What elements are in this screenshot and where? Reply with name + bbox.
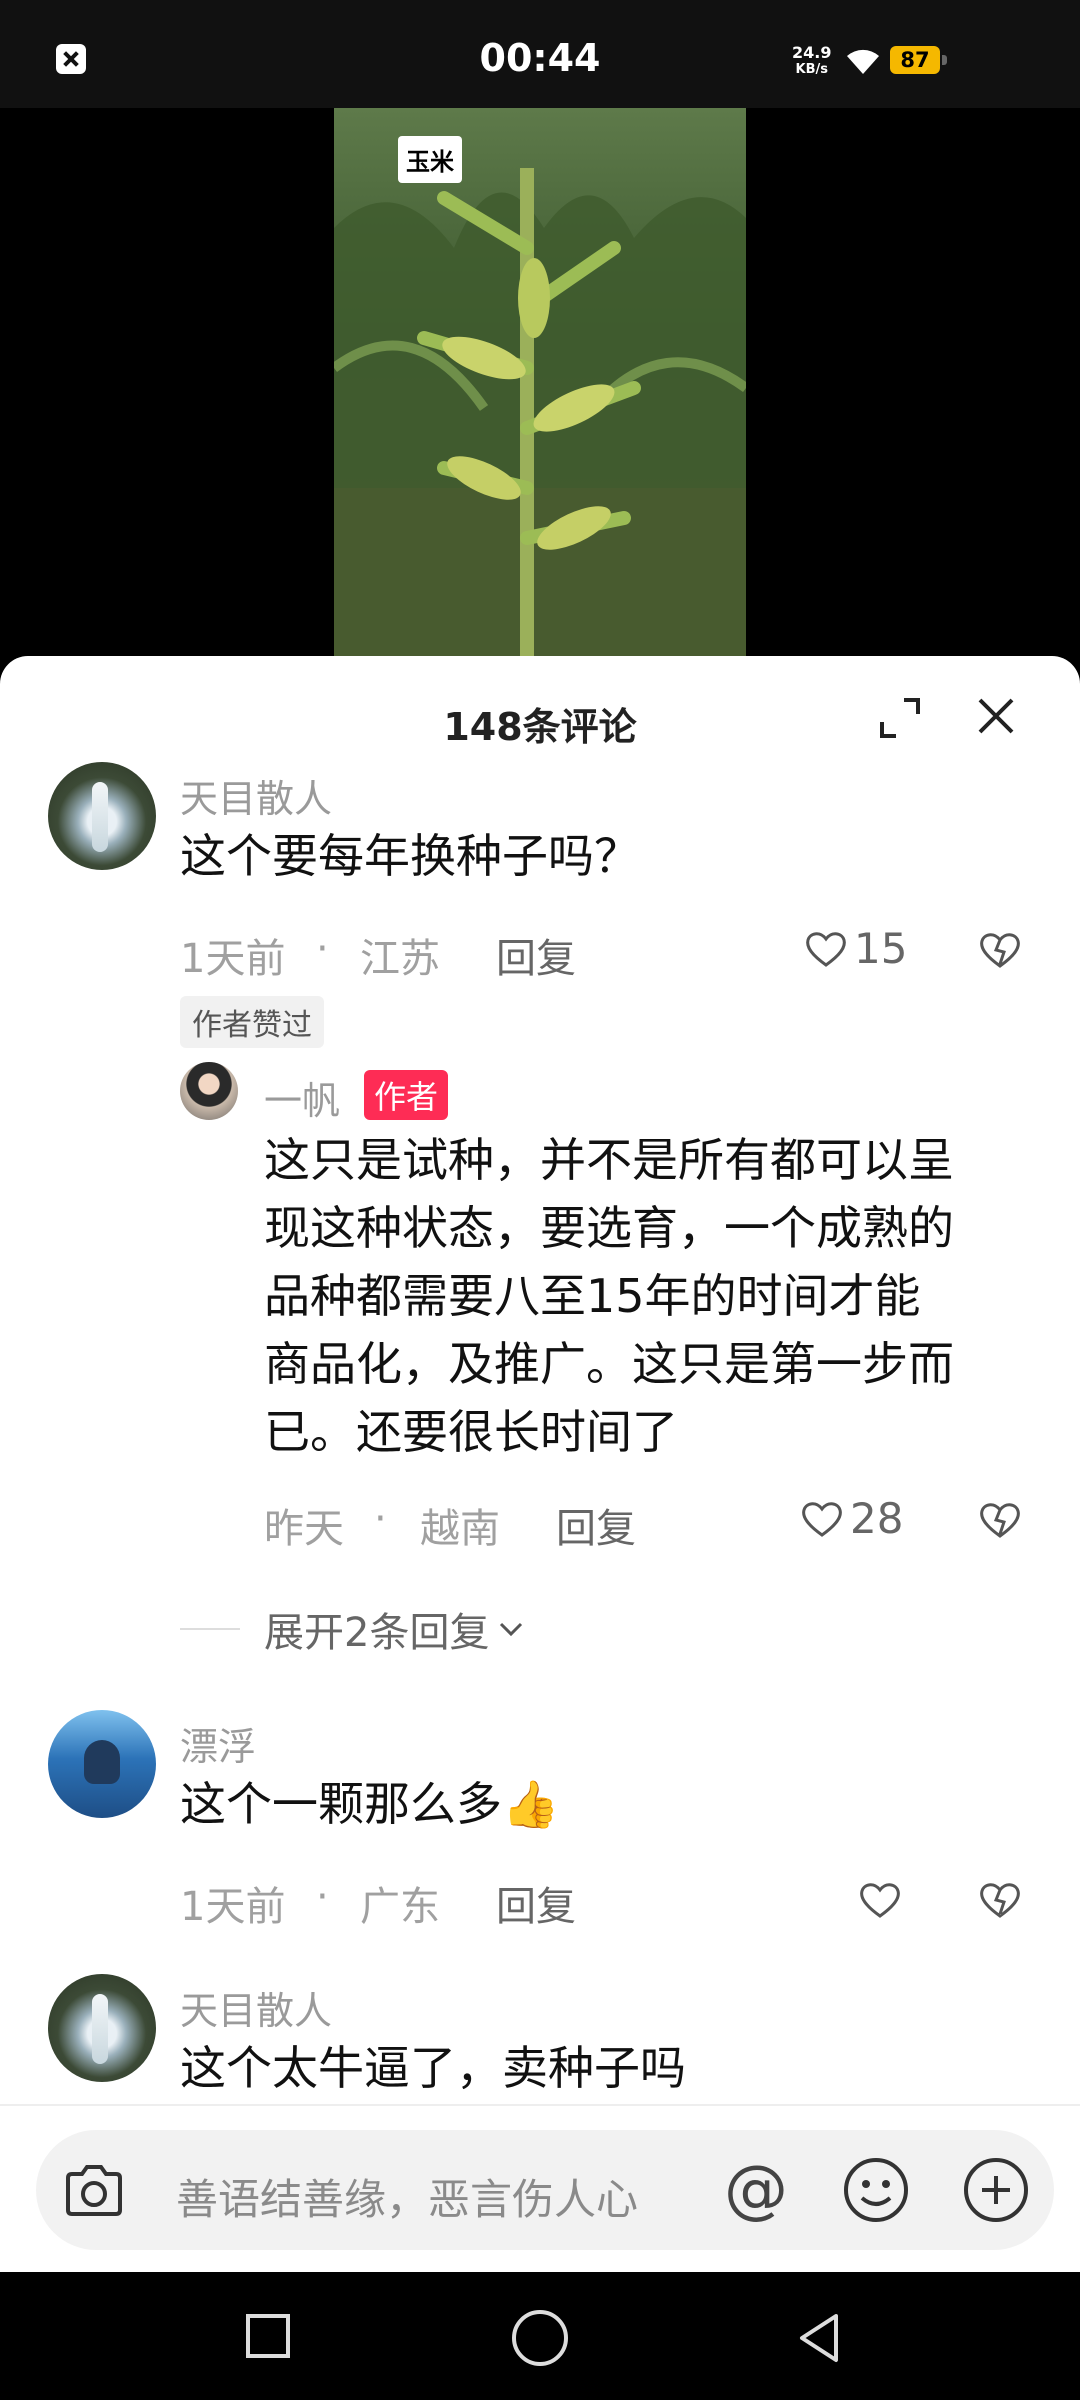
add-icon[interactable] [962, 2156, 1030, 2224]
reply-text-line: 这只是试种，并不是所有都可以呈 [264, 1133, 954, 1187]
reply-time: 昨天 [264, 1506, 344, 1552]
battery-indicator: 87 [890, 46, 947, 74]
video-player[interactable]: 玉米 [0, 108, 1080, 668]
like-count: 28 [850, 1494, 904, 1543]
meta-separator: · [374, 1496, 387, 1542]
like-button[interactable]: 28 [800, 1494, 903, 1543]
comment-time: 1天前 [180, 936, 286, 982]
comment-input[interactable]: 善语结善缘，恶言伤人心 @ [36, 2130, 1054, 2250]
author-liked-badge: 作者赞过 [180, 996, 324, 1048]
expand-divider [180, 1628, 240, 1630]
comment-time: 1天前 [180, 1884, 286, 1930]
expand-replies-button[interactable]: 展开2条回复 [264, 1600, 527, 1658]
comment-username[interactable]: 漂浮 [180, 1716, 256, 1771]
comment-location: 广东 [360, 1884, 440, 1930]
meta-separator: · [316, 1874, 329, 1920]
comment-text: 这个一颗那么多👍 [180, 1777, 560, 1831]
chevron-down-icon [500, 1622, 523, 1637]
heart-icon [802, 1501, 842, 1537]
reply-text-line: 现这种状态，要选育，一个成熟的 [264, 1201, 954, 1255]
reply-text-line: 已。还要很长时间了 [264, 1405, 678, 1459]
mention-icon[interactable]: @ [720, 2154, 792, 2226]
author-badge: 作者 [364, 1070, 449, 1120]
dislike-icon[interactable] [978, 1878, 1022, 1922]
reply-text-line: 品种都需要八至15年的时间才能 [264, 1269, 921, 1323]
emoji-icon[interactable] [842, 2156, 910, 2224]
network-speed: 24.9 KB/s [792, 44, 831, 78]
system-nav-bar [0, 2272, 1080, 2400]
camera-icon[interactable] [62, 2160, 126, 2220]
comment-input-placeholder: 善语结善缘，恶言伤人心 [176, 2175, 639, 2224]
wifi-icon [847, 49, 879, 74]
heart-icon [806, 931, 846, 967]
reply-location: 越南 [420, 1506, 500, 1552]
avatar[interactable] [48, 762, 156, 870]
recent-apps-button[interactable] [246, 2314, 290, 2358]
reply-button[interactable]: 回复 [556, 1496, 636, 1554]
dislike-icon[interactable] [978, 1498, 1022, 1542]
video-frame[interactable]: 玉米 [334, 108, 746, 668]
avatar[interactable] [48, 1710, 156, 1818]
expand-icon[interactable] [876, 694, 924, 742]
home-button[interactable] [512, 2310, 568, 2366]
comment-text: 这个太牛逼了，卖种子吗 [180, 2041, 686, 2095]
like-button[interactable]: 15 [804, 924, 907, 973]
avatar[interactable] [48, 1974, 156, 2082]
reply-text-line: 商品化，及推广。这只是第一步而 [264, 1337, 954, 1391]
reply-avatar[interactable] [180, 1062, 238, 1120]
network-speed-unit: KB/s [795, 62, 828, 77]
like-count: 15 [854, 924, 908, 973]
status-bar: 00:44 24.9 KB/s 87 [0, 0, 1080, 108]
corn-field-image [334, 168, 746, 668]
expand-replies-label: 展开2条回复 [264, 1610, 490, 1656]
heart-icon[interactable] [858, 1878, 902, 1922]
reply-username[interactable]: 一帆 [264, 1070, 340, 1125]
comment-username[interactable]: 天目散人 [180, 1980, 332, 2035]
video-tag: 玉米 [398, 136, 462, 183]
network-speed-value: 24.9 [792, 43, 832, 62]
comment-input-bar: 善语结善缘，恶言伤人心 @ [0, 2104, 1080, 2274]
close-icon[interactable] [972, 692, 1020, 740]
comment-location: 江苏 [360, 936, 440, 982]
dislike-icon[interactable] [978, 928, 1022, 972]
reply-button[interactable]: 回复 [496, 926, 576, 984]
comment-username[interactable]: 天目散人 [180, 768, 332, 823]
reply-button[interactable]: 回复 [496, 1874, 576, 1932]
back-button[interactable] [790, 2308, 850, 2368]
comments-sheet: 148条评论 天目散人 这个要每年换种子吗？ 1天前 · 江苏 回复 15 作者… [0, 656, 1080, 2272]
comment-text: 这个要每年换种子吗？ [180, 829, 640, 883]
meta-separator: · [316, 926, 329, 972]
